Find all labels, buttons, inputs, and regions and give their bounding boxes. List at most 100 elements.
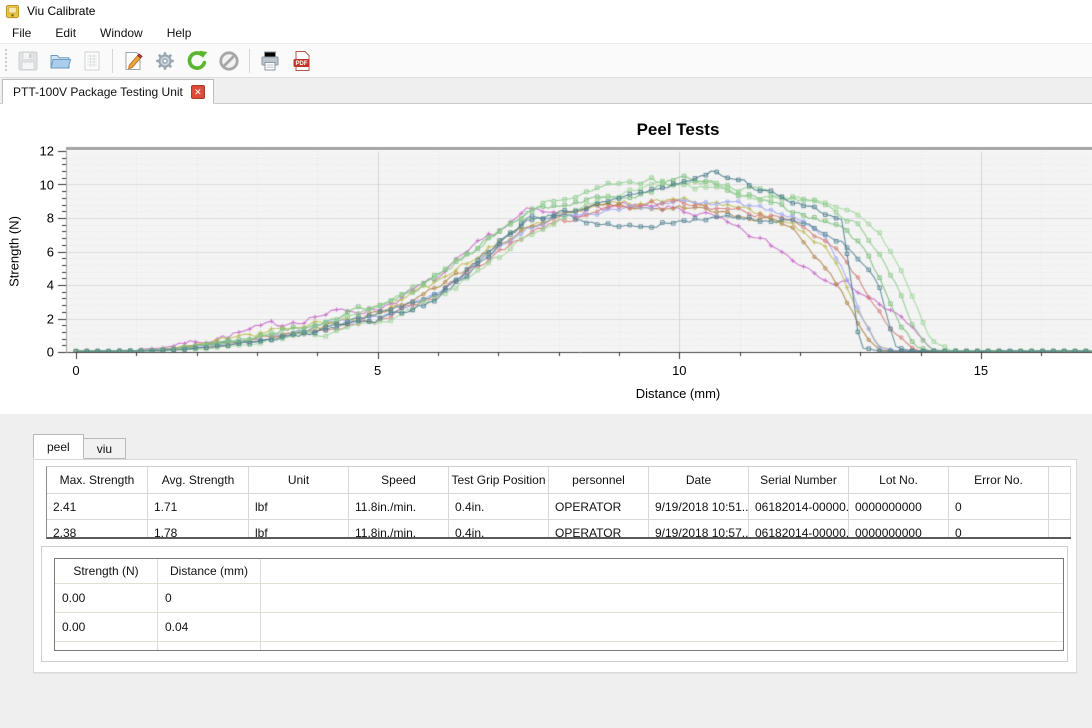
results-cell[interactable]: 0.4in. (449, 494, 549, 520)
x-tick-label: 15 (974, 363, 988, 378)
results-header-cell[interactable]: Avg. Strength (148, 467, 249, 494)
y-tick-label: 12 (28, 144, 54, 159)
chart-title: Peel Tests (478, 120, 878, 140)
results-header-cell[interactable]: Max. Strength (47, 467, 148, 494)
results-cell[interactable]: 0000000000 (849, 494, 949, 520)
settings-button[interactable] (149, 47, 181, 75)
tab-peel[interactable]: peel (33, 434, 84, 459)
toolbar-grip[interactable] (3, 49, 10, 73)
y-tick-label: 8 (28, 211, 54, 226)
y-axis-title: Strength (N) (7, 162, 22, 342)
detail-cell (261, 642, 1063, 651)
results-header-cell[interactable]: Error No. (949, 467, 1049, 494)
results-header-cell[interactable]: Serial Number (749, 467, 849, 494)
results-header-cell[interactable]: Test Grip Position (449, 467, 549, 494)
results-cell-filler (1049, 494, 1071, 520)
x-axis-title: Distance (mm) (528, 386, 828, 401)
y-tick-label: 4 (28, 278, 54, 293)
results-header-cell[interactable]: Speed (349, 467, 449, 494)
tab-label: PTT-100V Package Testing Unit (13, 85, 183, 99)
block-icon (217, 49, 241, 73)
results-header-cell[interactable]: Date (649, 467, 749, 494)
report-button[interactable] (76, 47, 108, 75)
detail-cell[interactable]: 0.00 (55, 584, 158, 613)
results-table: Max. StrengthAvg. StrengthUnitSpeedTest … (46, 466, 1071, 539)
save-icon (16, 49, 40, 73)
svg-text:PDF: PDF (296, 61, 308, 67)
x-tick-label: 5 (374, 363, 381, 378)
results-cell[interactable]: 2.38 (47, 520, 148, 539)
tab-close-icon[interactable]: ✕ (191, 85, 205, 99)
results-cell[interactable]: 1.78 (148, 520, 249, 539)
results-cell[interactable]: lbf (249, 494, 349, 520)
results-cell[interactable]: 2.41 (47, 494, 148, 520)
detail-subpanel: Strength (N)Distance (mm) 0.0000.000.04 (41, 546, 1068, 662)
results-cell[interactable]: OPERATOR (549, 520, 649, 539)
detail-row[interactable]: 0.000 (55, 584, 1063, 613)
edit-button[interactable] (117, 47, 149, 75)
print-button[interactable] (254, 47, 286, 75)
open-button[interactable] (44, 47, 76, 75)
results-header-cell[interactable]: Unit (249, 467, 349, 494)
detail-cell[interactable]: 0.04 (158, 613, 261, 642)
results-cell[interactable]: 1.71 (148, 494, 249, 520)
stop-button[interactable] (213, 47, 245, 75)
detail-cell (158, 642, 261, 651)
pdf-export-icon: PDF (290, 49, 314, 73)
menu-help[interactable]: Help (157, 24, 202, 42)
window-title: Viu Calibrate (27, 4, 95, 18)
refresh-button[interactable] (181, 47, 213, 75)
detail-table: Strength (N)Distance (mm) 0.0000.000.04 (54, 558, 1064, 651)
y-tick-label: 2 (28, 311, 54, 326)
results-cell[interactable]: 06182014-00000... (749, 520, 849, 539)
printer-icon (258, 49, 282, 73)
results-cell[interactable]: 0.4in. (449, 520, 549, 539)
results-cell[interactable]: 0 (949, 494, 1049, 520)
result-tabstrip: peel viu (33, 435, 126, 459)
detail-cell (55, 642, 158, 651)
results-cell-filler (1049, 520, 1071, 539)
export-pdf-button[interactable]: PDF (286, 47, 318, 75)
open-folder-icon (48, 49, 72, 73)
results-cell[interactable]: 11.8in./min. (349, 494, 449, 520)
y-tick-label: 0 (28, 345, 54, 360)
detail-cell[interactable]: 0.00 (55, 613, 158, 642)
gear-icon (153, 49, 177, 73)
results-cell[interactable]: 11.8in./min. (349, 520, 449, 539)
x-tick-label: 0 (72, 363, 79, 378)
tab-ptt-100v[interactable]: PTT-100V Package Testing Unit ✕ (2, 79, 214, 104)
plot-canvas[interactable] (0, 104, 1092, 414)
detail-cell[interactable]: 0 (158, 584, 261, 613)
save-button[interactable] (12, 47, 44, 75)
results-header-cell[interactable]: Lot No. (849, 467, 949, 494)
results-cell[interactable]: 06182014-00000... (749, 494, 849, 520)
document-tab-bar: PTT-100V Package Testing Unit ✕ (0, 78, 1092, 104)
lower-section: peel viu Max. StrengthAvg. StrengthUnitS… (0, 414, 1092, 728)
results-cell[interactable]: 9/19/2018 10:57... (649, 520, 749, 539)
toolbar-separator (112, 49, 113, 73)
results-cell[interactable]: 0 (949, 520, 1049, 539)
menu-window[interactable]: Window (90, 24, 153, 42)
menu-edit[interactable]: Edit (45, 24, 86, 42)
peel-panel: Max. StrengthAvg. StrengthUnitSpeedTest … (33, 459, 1077, 673)
x-tick-label: 10 (672, 363, 686, 378)
results-cell[interactable]: 9/19/2018 10:51... (649, 494, 749, 520)
detail-row[interactable]: 0.000.04 (55, 613, 1063, 642)
results-header-filler (1049, 467, 1071, 494)
results-cell[interactable]: OPERATOR (549, 494, 649, 520)
y-tick-label: 6 (28, 244, 54, 259)
detail-cell-filler (261, 584, 1063, 613)
detail-table-header: Strength (N)Distance (mm) (55, 559, 1063, 584)
tab-viu[interactable]: viu (84, 438, 126, 459)
results-row[interactable]: 2.411.71lbf11.8in./min.0.4in.OPERATOR9/1… (47, 494, 1071, 520)
menu-bar: File Edit Window Help (0, 22, 1092, 44)
detail-header-cell[interactable]: Distance (mm) (158, 559, 261, 584)
results-row[interactable]: 2.381.78lbf11.8in./min.0.4in.OPERATOR9/1… (47, 520, 1071, 539)
results-header-cell[interactable]: personnel (549, 467, 649, 494)
detail-row-clipped (55, 642, 1063, 651)
results-cell[interactable]: lbf (249, 520, 349, 539)
detail-header-cell[interactable]: Strength (N) (55, 559, 158, 584)
refresh-icon (184, 48, 210, 74)
menu-file[interactable]: File (2, 24, 41, 42)
results-cell[interactable]: 0000000000 (849, 520, 949, 539)
